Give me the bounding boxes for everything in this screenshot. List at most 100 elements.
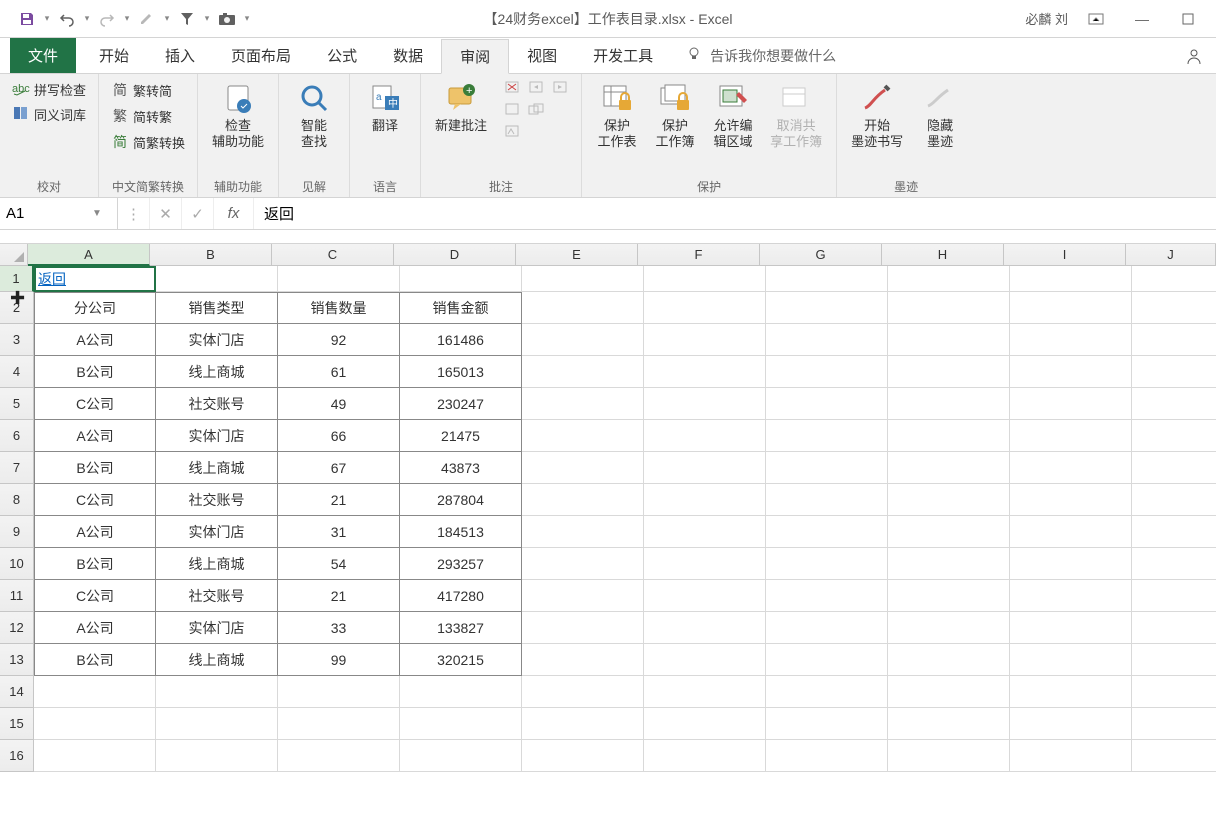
cell-C9[interactable]: 31 [278, 516, 400, 548]
filter-icon[interactable] [175, 7, 199, 31]
col-head-A[interactable]: A [28, 244, 150, 266]
prev-comment[interactable] [525, 78, 549, 98]
cell-D8[interactable]: 287804 [400, 484, 522, 516]
cell-C4[interactable]: 61 [278, 356, 400, 388]
cell-D16[interactable] [400, 740, 522, 772]
cell-H8[interactable] [888, 484, 1010, 516]
share-button[interactable] [1172, 38, 1216, 73]
cell-G10[interactable] [766, 548, 888, 580]
brush-icon[interactable] [135, 7, 159, 31]
select-all-corner[interactable] [0, 244, 28, 266]
cell-C10[interactable]: 54 [278, 548, 400, 580]
cell-G4[interactable] [766, 356, 888, 388]
cell-G5[interactable] [766, 388, 888, 420]
row-head-12[interactable]: 12 [0, 612, 34, 644]
cell-F2[interactable] [644, 292, 766, 324]
cell-D9[interactable]: 184513 [400, 516, 522, 548]
col-head-I[interactable]: I [1004, 244, 1126, 266]
show-all-comments[interactable] [525, 100, 549, 120]
cell-G6[interactable] [766, 420, 888, 452]
drop-icon[interactable]: ▾ [121, 7, 133, 31]
cell-A12[interactable]: A公司 [34, 612, 156, 644]
tell-me[interactable]: 告诉我你想要做什么 [671, 38, 851, 73]
cell-A5[interactable]: C公司 [34, 388, 156, 420]
cell-G1[interactable] [766, 266, 888, 292]
cell-F16[interactable] [644, 740, 766, 772]
cell-G13[interactable] [766, 644, 888, 676]
row-head-16[interactable]: 16 [0, 740, 34, 772]
cell-D2[interactable]: 销售金额 [400, 292, 522, 324]
cell-B15[interactable] [156, 708, 278, 740]
redo-icon[interactable] [95, 7, 119, 31]
cell-H7[interactable] [888, 452, 1010, 484]
cell-E3[interactable] [522, 324, 644, 356]
next-comment[interactable] [549, 78, 573, 98]
tab-file[interactable]: 文件 [10, 38, 76, 73]
simplified-to-traditional[interactable]: 繁简转繁 [107, 104, 189, 128]
smart-lookup-button[interactable]: 智能查找 [287, 78, 341, 150]
cell-B1[interactable] [156, 266, 278, 292]
cell-E1[interactable] [522, 266, 644, 292]
cell-J13[interactable] [1132, 644, 1216, 676]
drop-icon[interactable]: ▾ [41, 7, 53, 31]
cell-C11[interactable]: 21 [278, 580, 400, 612]
name-box[interactable]: ▼ [0, 198, 118, 229]
cell-F14[interactable] [644, 676, 766, 708]
row-head-8[interactable]: 8 [0, 484, 34, 516]
cell-A13[interactable]: B公司 [34, 644, 156, 676]
formula-input[interactable] [254, 205, 1216, 222]
cell-B14[interactable] [156, 676, 278, 708]
cell-F4[interactable] [644, 356, 766, 388]
cell-J7[interactable] [1132, 452, 1216, 484]
col-head-J[interactable]: J [1126, 244, 1216, 266]
cell-J10[interactable] [1132, 548, 1216, 580]
cell-J5[interactable] [1132, 388, 1216, 420]
cell-I16[interactable] [1010, 740, 1132, 772]
cell-G14[interactable] [766, 676, 888, 708]
cell-D13[interactable]: 320215 [400, 644, 522, 676]
cell-B6[interactable]: 实体门店 [156, 420, 278, 452]
cell-E12[interactable] [522, 612, 644, 644]
cell-E13[interactable] [522, 644, 644, 676]
cell-F11[interactable] [644, 580, 766, 612]
cell-D12[interactable]: 133827 [400, 612, 522, 644]
col-head-F[interactable]: F [638, 244, 760, 266]
cell-H4[interactable] [888, 356, 1010, 388]
cell-J2[interactable] [1132, 292, 1216, 324]
row-head-7[interactable]: 7 [0, 452, 34, 484]
row-head-13[interactable]: 13 [0, 644, 34, 676]
protect-workbook-button[interactable]: 保护工作簿 [648, 78, 702, 150]
cell-C13[interactable]: 99 [278, 644, 400, 676]
cell-B4[interactable]: 线上商城 [156, 356, 278, 388]
cell-B13[interactable]: 线上商城 [156, 644, 278, 676]
cell-C1[interactable] [278, 266, 400, 292]
cell-B7[interactable]: 线上商城 [156, 452, 278, 484]
row-head-15[interactable]: 15 [0, 708, 34, 740]
cell-B3[interactable]: 实体门店 [156, 324, 278, 356]
cell-H12[interactable] [888, 612, 1010, 644]
cell-B16[interactable] [156, 740, 278, 772]
cell-I13[interactable] [1010, 644, 1132, 676]
cell-A7[interactable]: B公司 [34, 452, 156, 484]
cell-F8[interactable] [644, 484, 766, 516]
cell-I5[interactable] [1010, 388, 1132, 420]
drop-icon[interactable]: ▾ [241, 7, 253, 31]
cell-J3[interactable] [1132, 324, 1216, 356]
cell-D3[interactable]: 161486 [400, 324, 522, 356]
cell-D4[interactable]: 165013 [400, 356, 522, 388]
cell-H11[interactable] [888, 580, 1010, 612]
undo-icon[interactable] [55, 7, 79, 31]
cell-H16[interactable] [888, 740, 1010, 772]
cell-H2[interactable] [888, 292, 1010, 324]
tab-insert[interactable]: 插入 [147, 38, 213, 73]
cell-A14[interactable] [34, 676, 156, 708]
cell-I14[interactable] [1010, 676, 1132, 708]
start-ink-button[interactable]: 开始墨迹书写 [845, 78, 909, 150]
delete-comment[interactable] [501, 78, 525, 98]
tab-developer[interactable]: 开发工具 [575, 38, 671, 73]
cell-I10[interactable] [1010, 548, 1132, 580]
cell-C15[interactable] [278, 708, 400, 740]
col-head-E[interactable]: E [516, 244, 638, 266]
cell-F3[interactable] [644, 324, 766, 356]
cell-D6[interactable]: 21475 [400, 420, 522, 452]
